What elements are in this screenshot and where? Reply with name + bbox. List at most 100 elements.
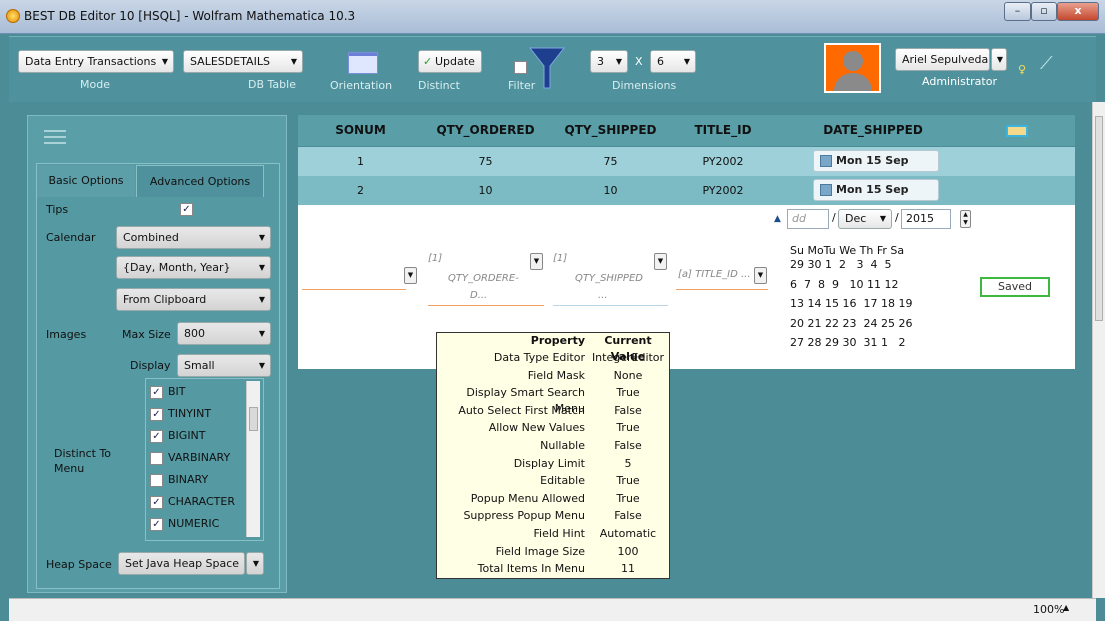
- chevron-down-icon: ▼: [879, 214, 886, 223]
- dim-rows-dropdown[interactable]: 3 ▼: [590, 50, 628, 73]
- column-header-qty-ordered[interactable]: QTY_ORDERED: [423, 115, 548, 146]
- property-row: Total Items In Menu 11: [437, 561, 669, 577]
- list-scrollbar[interactable]: [246, 381, 260, 537]
- table-cell[interactable]: 75: [423, 147, 548, 176]
- tips-checkbox[interactable]: ✓: [180, 203, 193, 216]
- property-key: Auto Select First Match: [458, 403, 585, 417]
- table-cell[interactable]: 2: [298, 176, 423, 205]
- mode-dropdown[interactable]: Data Entry Transactions ▼: [18, 50, 174, 73]
- qty-shipped-input[interactable]: QTY_SHIPPED: [575, 273, 643, 289]
- calendar-week-row[interactable]: 27 28 29 30 31 1 2: [790, 336, 905, 349]
- qty-ordered-prefix: [1]: [428, 253, 443, 264]
- tab-basic-options[interactable]: Basic Options: [37, 165, 135, 197]
- calendar-type-dropdown[interactable]: Combined ▼: [116, 226, 271, 249]
- qty-ordered-input[interactable]: QTY_ORDERE-: [448, 273, 519, 289]
- avatar-icon[interactable]: [824, 43, 881, 93]
- table-cell[interactable]: 75: [548, 147, 673, 176]
- maximize-button[interactable]: ▫: [1031, 2, 1057, 21]
- qty-ordered-dropdown-button[interactable]: ▼: [530, 253, 543, 270]
- table-row[interactable]: 1 75 75 PY2002 Mon 15 Sep 1997: [298, 147, 1075, 187]
- pen-icon[interactable]: ⟋: [1040, 53, 1062, 75]
- distinct-type-item[interactable]: ✓ BIT: [150, 385, 186, 403]
- calendar-source-dropdown[interactable]: From Clipboard ▼: [116, 288, 271, 311]
- distinct-label: Distinct: [418, 79, 460, 92]
- year-spinner[interactable]: ▲ ▼: [960, 210, 971, 228]
- distinct-type-item[interactable]: ✓ NUMERIC: [150, 517, 219, 535]
- date-separator: /: [832, 211, 836, 224]
- max-size-dropdown[interactable]: 800 ▼: [177, 322, 271, 345]
- qty-shipped-dropdown-button[interactable]: ▼: [654, 253, 667, 270]
- menu-icon[interactable]: [28, 116, 96, 154]
- type-label: VARBINARY: [168, 451, 231, 464]
- year-input[interactable]: 2015: [901, 209, 951, 229]
- sonum-dropdown-button[interactable]: ▼: [404, 267, 417, 284]
- user-menu-button[interactable]: ▼: [991, 48, 1007, 71]
- calendar-week-row[interactable]: 6 7 8 9 10 11 12: [790, 278, 898, 291]
- display-dropdown[interactable]: Small ▼: [177, 354, 271, 377]
- qty-shipped-hint-cont: ...: [598, 290, 608, 301]
- orientation-label: Orientation: [330, 79, 393, 92]
- collapse-up-icon[interactable]: ▲: [774, 214, 781, 224]
- type-checkbox[interactable]: ✓: [150, 496, 163, 509]
- close-button[interactable]: x: [1057, 2, 1099, 21]
- db-table-dropdown[interactable]: SALESDETAILS ▼: [183, 50, 303, 73]
- zoom-up-icon[interactable]: ▲: [1063, 603, 1069, 612]
- column-header-sonum[interactable]: SONUM: [298, 115, 423, 146]
- type-checkbox[interactable]: ✓: [150, 386, 163, 399]
- type-checkbox[interactable]: ✓: [150, 430, 163, 443]
- filter-label: Filter: [508, 79, 536, 92]
- main-scroll-thumb[interactable]: [1095, 116, 1103, 321]
- type-checkbox[interactable]: [150, 452, 163, 465]
- distinct-type-item[interactable]: VARBINARY: [150, 451, 230, 469]
- type-checkbox[interactable]: ✓: [150, 518, 163, 531]
- table-cell[interactable]: 10: [423, 176, 548, 205]
- orientation-icon[interactable]: [348, 52, 378, 74]
- column-header-date-shipped[interactable]: DATE_SHIPPED: [773, 115, 973, 146]
- distinct-type-item[interactable]: ✓ CHARACTER: [150, 495, 235, 513]
- sonum-input[interactable]: [302, 289, 406, 290]
- display-label: Display: [130, 359, 171, 372]
- title-id-dropdown-button[interactable]: ▼: [754, 267, 767, 284]
- main-scrollbar[interactable]: [1092, 102, 1105, 598]
- lightbulb-icon[interactable]: ♀: [1018, 63, 1026, 76]
- heap-space-button[interactable]: Set Java Heap Space: [118, 552, 245, 575]
- filter-checkbox[interactable]: [514, 61, 527, 74]
- user-name-button[interactable]: Ariel Sepulveda: [895, 48, 990, 71]
- heap-menu-button[interactable]: ▼: [246, 552, 264, 575]
- table-cell[interactable]: 1: [298, 147, 423, 176]
- table-cell[interactable]: PY2002: [673, 147, 773, 176]
- calendar-week-row[interactable]: 20 21 22 23 24 25 26: [790, 317, 912, 330]
- chevron-down-icon: ▼: [996, 55, 1003, 64]
- month-dropdown[interactable]: Dec ▼: [838, 209, 892, 229]
- calendar-format-dropdown[interactable]: {Day, Month, Year} ▼: [116, 256, 271, 279]
- tab-advanced-options[interactable]: Advanced Options: [136, 165, 264, 197]
- distinct-type-item[interactable]: ✓ TINYINT: [150, 407, 211, 425]
- column-header-qty-shipped[interactable]: QTY_SHIPPED: [548, 115, 673, 146]
- property-key: Data Type Editor: [493, 351, 585, 364]
- type-checkbox[interactable]: ✓: [150, 408, 163, 421]
- column-header-title-id[interactable]: TITLE_ID: [673, 115, 773, 146]
- table-row[interactable]: 2 10 10 PY2002 Mon 15 Sep 1997: [298, 176, 1075, 216]
- type-checkbox[interactable]: [150, 474, 163, 487]
- distinct-type-item[interactable]: BINARY: [150, 473, 208, 491]
- dim-cols-dropdown[interactable]: 6 ▼: [650, 50, 696, 73]
- distinct-type-item[interactable]: ✓ BIGINT: [150, 429, 206, 447]
- table-cell[interactable]: PY2002: [673, 176, 773, 205]
- date-button[interactable]: Mon 15 Sep 1997: [813, 179, 939, 216]
- type-label: TINYINT: [168, 407, 212, 420]
- calendar-week-row[interactable]: 13 14 15 16 17 18 19: [790, 297, 912, 310]
- title-id-input[interactable]: [a] TITLE_ID ...: [678, 269, 751, 285]
- images-label: Images: [46, 328, 87, 341]
- minimize-button[interactable]: –: [1004, 2, 1031, 21]
- property-key: Editable: [540, 474, 585, 488]
- qty-ordered-hint-cont: D...: [470, 290, 488, 301]
- column-header-actions: [973, 115, 1075, 146]
- new-record-icon[interactable]: [1006, 125, 1028, 137]
- calendar-week-row[interactable]: 29 30 1 2 3 4 5: [790, 258, 891, 271]
- day-input[interactable]: dd: [787, 209, 829, 229]
- date-button[interactable]: Mon 15 Sep 1997: [813, 150, 939, 187]
- list-scroll-thumb[interactable]: [249, 407, 258, 431]
- table-cell[interactable]: 10: [548, 176, 673, 205]
- update-toggle[interactable]: ✓ Update: [418, 50, 482, 73]
- zoom-level[interactable]: 100%: [1033, 603, 1064, 616]
